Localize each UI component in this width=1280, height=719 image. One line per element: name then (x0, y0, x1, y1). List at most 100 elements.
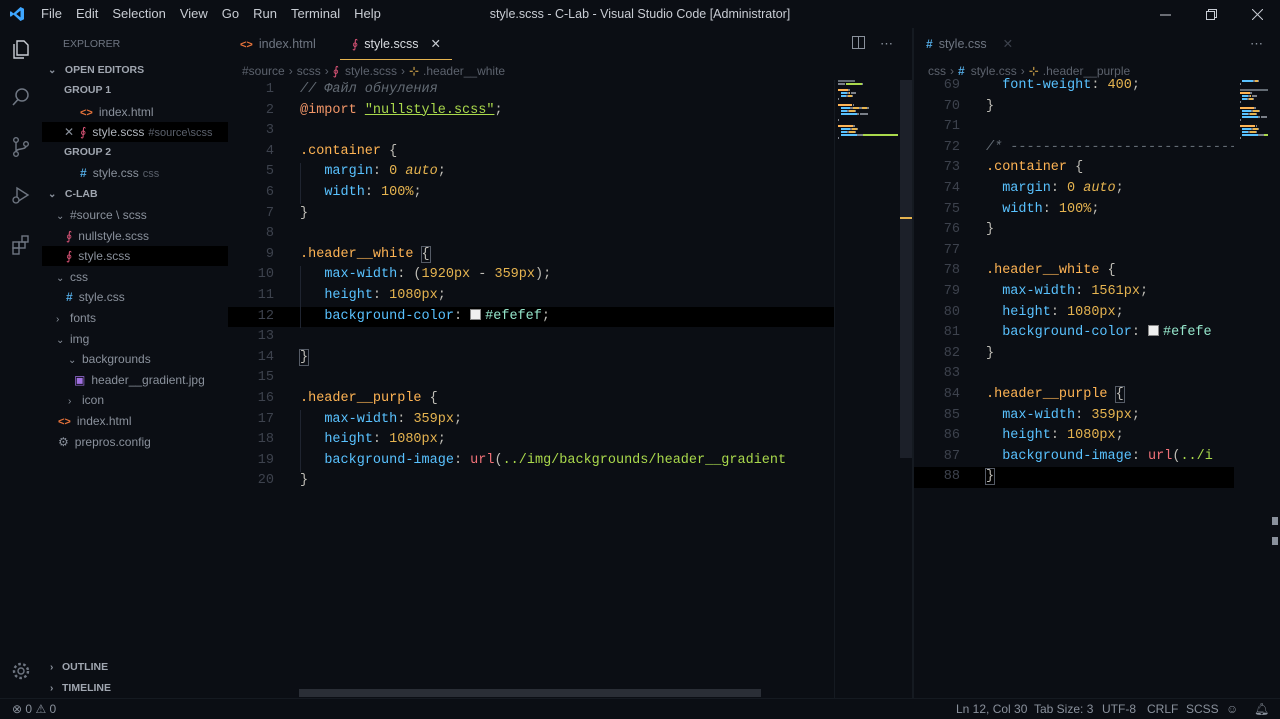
code-line[interactable]: 74 margin: 0 auto; (914, 179, 1234, 200)
open-editors-section[interactable]: ⌄ OPEN EDITORS (42, 60, 228, 80)
split-editor-icon[interactable] (852, 36, 866, 50)
language-mode[interactable]: SCSS (1186, 699, 1219, 719)
menu-run[interactable]: Run (246, 0, 284, 28)
cursor-position[interactable]: Ln 12, Col 30 (956, 699, 1027, 719)
timeline-section[interactable]: › TIMELINE (42, 678, 228, 698)
code-line[interactable]: 86 height: 1080px; (914, 426, 1234, 447)
code-line[interactable]: 77 (914, 241, 1234, 262)
code-line[interactable]: 83 (914, 364, 1234, 385)
color-swatch[interactable] (1148, 325, 1160, 337)
open-editor-style-css[interactable]: # style.css css (42, 163, 228, 183)
open-editor-style-scss[interactable]: ✕ ∮ style.scss #source\scss (42, 122, 228, 142)
project-section[interactable]: ⌄ C-LAB (42, 184, 228, 204)
code-line[interactable]: 2 @import "nullstyle.scss"; (228, 101, 834, 122)
tree-folder-img[interactable]: ⌄ img (42, 329, 228, 349)
code-line[interactable]: 72 /* -----------------------------------… (914, 138, 1234, 159)
close-editor-icon[interactable]: ✕ (64, 125, 74, 139)
tree-folder-css[interactable]: ⌄ css (42, 267, 228, 287)
code-line[interactable]: 15 (228, 368, 834, 389)
close-window-button[interactable] (1234, 0, 1280, 28)
tree-folder-source-scss[interactable]: ⌄ #source \ scss (42, 205, 228, 225)
code-line[interactable]: 12 background-color: #efefef; (228, 306, 834, 328)
open-editor-index-html[interactable]: <> index.html (42, 102, 228, 122)
menu-go[interactable]: Go (215, 0, 246, 28)
menu-help[interactable]: Help (347, 0, 388, 28)
more-actions-icon[interactable]: ⋯ (1250, 28, 1263, 60)
code-line[interactable]: 78 .header__white { (914, 261, 1234, 282)
problems-indicator[interactable]: ⊗ 0 ⚠ 0 (12, 699, 56, 719)
breadcrumb-item[interactable]: #source (242, 64, 285, 78)
source-control-icon[interactable] (0, 126, 42, 168)
more-actions-icon[interactable]: ⋯ (880, 28, 893, 60)
manage-gear-icon[interactable] (0, 650, 42, 692)
code-line[interactable]: 18 height: 1080px; (228, 430, 834, 451)
menu-selection[interactable]: Selection (105, 0, 172, 28)
code-line[interactable]: 76} (914, 220, 1234, 241)
code-line[interactable]: 82} (914, 344, 1234, 365)
code-line[interactable]: 80 height: 1080px; (914, 303, 1234, 324)
menu-file[interactable]: File (34, 0, 69, 28)
code-line[interactable]: 81 background-color: #efefe (914, 323, 1234, 344)
code-line[interactable]: 19 background-image: url(../img/backgrou… (228, 451, 834, 472)
code-line[interactable]: 6 width: 100%; (228, 183, 834, 204)
restore-button[interactable] (1188, 0, 1234, 28)
code-line[interactable]: 13 (228, 327, 834, 348)
feedback-icon[interactable]: ☺ (1226, 699, 1238, 719)
tree-folder-backgrounds[interactable]: ⌄ backgrounds (42, 349, 228, 369)
minimize-button[interactable] (1142, 0, 1188, 28)
code-line[interactable]: 10 max-width: (1920px - 359px); (228, 265, 834, 286)
code-line[interactable]: 3 (228, 121, 834, 142)
code-line[interactable]: 17 max-width: 359px; (228, 410, 834, 431)
tree-file-header-gradient[interactable]: ▣ header__gradient.jpg (42, 370, 228, 390)
code-line[interactable]: 75 width: 100%; (914, 200, 1234, 221)
code-line[interactable]: 71 (914, 117, 1234, 138)
code-line[interactable]: 14} (228, 348, 834, 369)
tab-style-scss[interactable]: ∮ style.scss ✕ (340, 28, 452, 60)
code-line[interactable]: 4 .container { (228, 142, 834, 163)
outline-section[interactable]: › OUTLINE (42, 657, 228, 677)
color-swatch[interactable] (470, 308, 482, 320)
code-editor-right[interactable]: 69 font-weight: 400; 70} 71 72/* ----------… (914, 76, 1234, 690)
code-line[interactable]: 1 // Файл обнуления (228, 80, 834, 101)
close-tab-icon[interactable]: ✕ (430, 37, 440, 51)
code-line[interactable]: 70} (914, 97, 1234, 118)
tab-size[interactable]: Tab Size: 3 (1034, 699, 1093, 719)
menu-terminal[interactable]: Terminal (284, 0, 347, 28)
minimap-left[interactable] (838, 80, 900, 140)
code-line[interactable]: 69 font-weight: 400; (914, 76, 1234, 97)
tree-folder-icon[interactable]: › icon (42, 390, 228, 410)
horizontal-scrollbar[interactable] (299, 689, 761, 697)
extensions-icon[interactable] (0, 224, 42, 266)
code-line[interactable]: 16 .header__purple { (228, 389, 834, 410)
code-editor-left[interactable]: 1 // Файл обнуления 2 @import "nullstyle.sc… (228, 80, 834, 690)
code-line[interactable]: 11 height: 1080px; (228, 286, 834, 307)
explorer-icon[interactable] (0, 28, 42, 70)
tab-style-css[interactable]: # style.css ✕ (926, 28, 1013, 60)
tree-file-index-html[interactable]: <> index.html (42, 411, 228, 431)
menu-view[interactable]: View (173, 0, 215, 28)
close-tab-icon[interactable]: ✕ (1003, 37, 1013, 51)
tree-file-prepros-config[interactable]: ⚙ prepros.config (42, 432, 228, 452)
minimap-right[interactable] (1240, 80, 1270, 260)
encoding[interactable]: UTF-8 (1102, 699, 1136, 719)
code-line[interactable]: 20} (228, 471, 834, 492)
tree-folder-fonts[interactable]: › fonts (42, 308, 228, 328)
tree-file-nullstyle-scss[interactable]: ∮ nullstyle.scss (42, 226, 228, 246)
tab-index-html[interactable]: <> index.html (240, 28, 316, 60)
code-line[interactable]: 84 .header__purple { (914, 385, 1234, 406)
code-line[interactable]: 8 (228, 224, 834, 245)
line-ending[interactable]: CRLF (1147, 699, 1178, 719)
run-debug-icon[interactable] (0, 174, 42, 216)
breadcrumb-item[interactable]: style.scss (345, 64, 397, 78)
notifications-bell-icon[interactable]: 🔔︎ (1254, 699, 1269, 719)
code-line[interactable]: 9 .header__white { (228, 245, 834, 266)
code-line[interactable]: 73 .container { (914, 158, 1234, 179)
vertical-scrollbar-left[interactable] (900, 80, 912, 458)
tree-file-style-scss[interactable]: ∮ style.scss (42, 246, 228, 266)
search-icon[interactable] (0, 76, 42, 118)
breadcrumb-item[interactable]: scss (297, 64, 321, 78)
menu-edit[interactable]: Edit (69, 0, 105, 28)
breadcrumb-item[interactable]: .header__white (423, 64, 505, 78)
tree-file-style-css[interactable]: # style.css (42, 287, 228, 307)
code-line[interactable]: 85 max-width: 359px; (914, 406, 1234, 427)
